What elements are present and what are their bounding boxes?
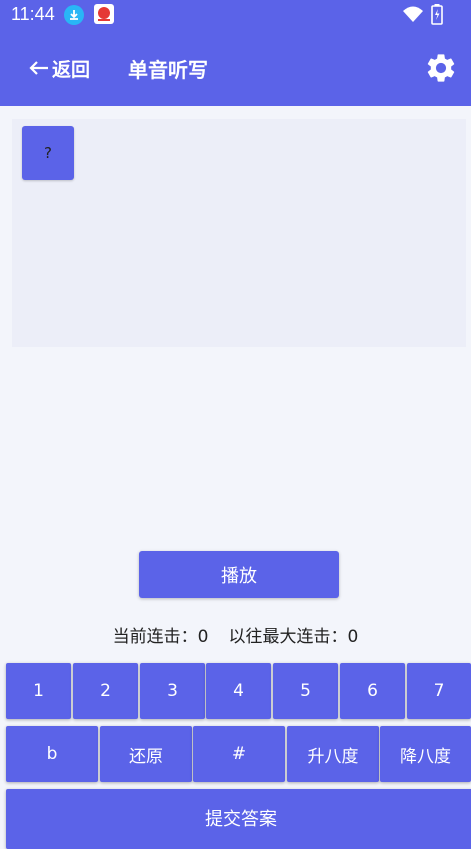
note-key-5[interactable]: 5 bbox=[273, 663, 338, 719]
app-notification-icon bbox=[94, 4, 114, 24]
status-time: 11:44 bbox=[11, 4, 55, 24]
back-button[interactable]: 返回 bbox=[28, 54, 90, 82]
current-streak-label: 当前连击： bbox=[112, 627, 198, 647]
note-panel: ? bbox=[12, 119, 466, 347]
natural-key[interactable]: 还原 bbox=[100, 726, 192, 782]
note-key-7[interactable]: 7 bbox=[407, 663, 471, 719]
arrow-left-icon bbox=[29, 61, 48, 75]
current-streak-value: 0 bbox=[197, 627, 209, 647]
note-key-3[interactable]: 3 bbox=[140, 663, 205, 719]
page-title: 单音听写 bbox=[128, 60, 208, 82]
note-key-2[interactable]: 2 bbox=[73, 663, 138, 719]
app-bar: 返回 单音听写 bbox=[0, 30, 471, 106]
submit-answer-label: 提交答案 bbox=[205, 809, 277, 830]
note-key-6[interactable]: 6 bbox=[340, 663, 405, 719]
octave-up-key[interactable]: 升八度 bbox=[287, 726, 379, 782]
sharp-key[interactable]: # bbox=[193, 726, 285, 782]
note-key-4[interactable]: 4 bbox=[206, 663, 271, 719]
note-key-1[interactable]: 1 bbox=[6, 663, 71, 719]
status-bar: 11:44 bbox=[0, 0, 471, 30]
gear-icon[interactable] bbox=[424, 51, 458, 85]
max-streak-label: 以往最大连击： bbox=[228, 627, 348, 647]
submit-answer-button[interactable]: 提交答案 bbox=[6, 789, 471, 849]
max-streak-value: 0 bbox=[347, 627, 359, 647]
play-button[interactable]: 播放 bbox=[139, 551, 339, 598]
streak-info: 当前连击：0 以往最大连击：0 bbox=[0, 622, 471, 647]
octave-down-key[interactable]: 降八度 bbox=[380, 726, 471, 782]
flat-key[interactable]: b bbox=[6, 726, 98, 782]
battery-icon bbox=[431, 4, 443, 25]
back-label: 返回 bbox=[52, 59, 91, 81]
wifi-icon bbox=[402, 5, 424, 23]
download-icon bbox=[64, 5, 84, 25]
note-card-unknown[interactable]: ? bbox=[22, 126, 74, 180]
